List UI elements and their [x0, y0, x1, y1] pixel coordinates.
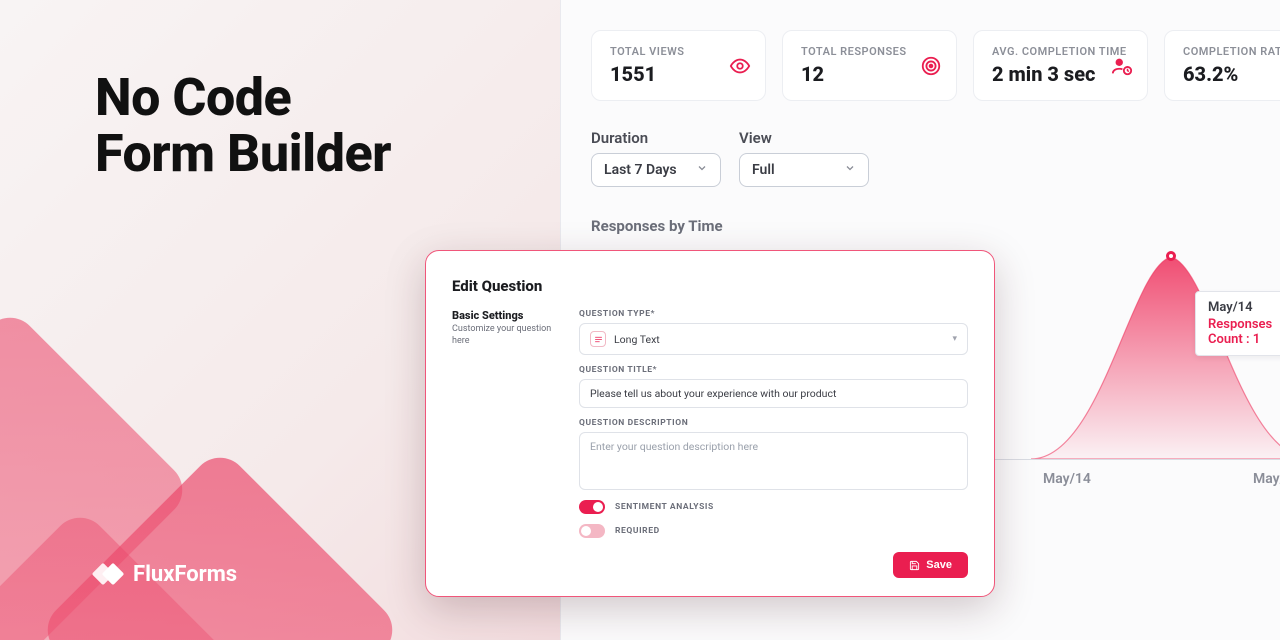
stat-card-avg-time: AVG. COMPLETION TIME 2 min 3 sec	[973, 30, 1148, 101]
dropdown-value: Full	[752, 162, 775, 178]
save-button[interactable]: Save	[893, 552, 968, 578]
long-text-icon	[590, 331, 606, 347]
view-dropdown[interactable]: Full	[739, 153, 869, 187]
stat-card-completion-rate: COMPLETION RATE 63.2%	[1164, 30, 1280, 101]
stat-label: AVG. COMPLETION TIME	[992, 45, 1127, 58]
field-label-question-description: QUESTION DESCRIPTION	[579, 418, 968, 428]
question-type-select[interactable]: Long Text ▾	[579, 323, 968, 355]
chevron-down-icon	[844, 162, 856, 178]
popup-form: QUESTION TYPE* Long Text ▾ QUESTION TITL…	[579, 309, 968, 578]
popup-title: Edit Question	[452, 277, 968, 295]
side-subtext: Customize your question here	[452, 324, 557, 347]
chart-title: Responses by Time	[591, 217, 1280, 235]
save-icon	[909, 560, 920, 571]
field-label-question-type: QUESTION TYPE*	[579, 309, 968, 319]
question-description-textarea[interactable]: Enter your question description here	[579, 432, 968, 490]
chevron-down-icon: ▾	[952, 334, 957, 344]
textarea-placeholder: Enter your question description here	[590, 440, 758, 453]
required-toggle[interactable]	[579, 524, 605, 538]
stat-label: TOTAL VIEWS	[610, 45, 745, 58]
target-icon	[920, 55, 942, 77]
stat-value: 12	[801, 62, 936, 86]
hero: No Code Form Builder	[95, 70, 391, 182]
duration-dropdown[interactable]: Last 7 Days	[591, 153, 721, 187]
question-title-input[interactable]: Please tell us about your experience wit…	[579, 379, 968, 408]
toggle-label-required: REQUIRED	[615, 526, 660, 536]
filters-row: Duration Last 7 Days View Full	[591, 129, 1280, 187]
input-value: Please tell us about your experience wit…	[590, 387, 836, 400]
field-label-question-title: QUESTION TITLE*	[579, 365, 968, 375]
stat-label: TOTAL RESPONSES	[801, 45, 936, 58]
popup-side: Basic Settings Customize your question h…	[452, 309, 557, 578]
tooltip-date: May/14	[1208, 300, 1280, 315]
brand: FluxForms	[95, 560, 237, 588]
dropdown-value: Last 7 Days	[604, 162, 677, 178]
chart-tooltip: May/14 Responses Count : 1	[1195, 291, 1280, 356]
side-heading: Basic Settings	[452, 309, 557, 322]
hero-line1: No Code	[95, 67, 291, 128]
user-clock-icon	[1111, 55, 1133, 77]
eye-icon	[729, 55, 751, 77]
chevron-down-icon	[696, 162, 708, 178]
hero-line2: Form Builder	[95, 123, 391, 184]
chart-marker	[1166, 251, 1176, 261]
sentiment-analysis-toggle[interactable]	[579, 500, 605, 514]
stats-row: TOTAL VIEWS 1551 TOTAL RESPONSES 12 AVG.…	[591, 30, 1280, 101]
brand-logo-icon	[95, 560, 123, 588]
brand-name: FluxForms	[133, 562, 237, 587]
edit-question-popup: Edit Question Basic Settings Customize y…	[425, 250, 995, 597]
stat-value: 1551	[610, 62, 745, 86]
filter-label-view: View	[739, 129, 869, 147]
filter-label-duration: Duration	[591, 129, 721, 147]
stat-card-responses: TOTAL RESPONSES 12	[782, 30, 957, 101]
stat-value: 2 min 3 sec	[992, 62, 1127, 86]
stat-card-views: TOTAL VIEWS 1551	[591, 30, 766, 101]
x-tick: May/15	[1091, 471, 1280, 487]
stat-value: 63.2%	[1183, 62, 1280, 86]
save-button-label: Save	[926, 559, 952, 571]
toggle-label-sentiment: SENTIMENT ANALYSIS	[615, 502, 714, 512]
tooltip-value: Responses Count : 1	[1208, 317, 1280, 347]
stat-label: COMPLETION RATE	[1183, 45, 1280, 58]
select-value: Long Text	[614, 333, 660, 346]
